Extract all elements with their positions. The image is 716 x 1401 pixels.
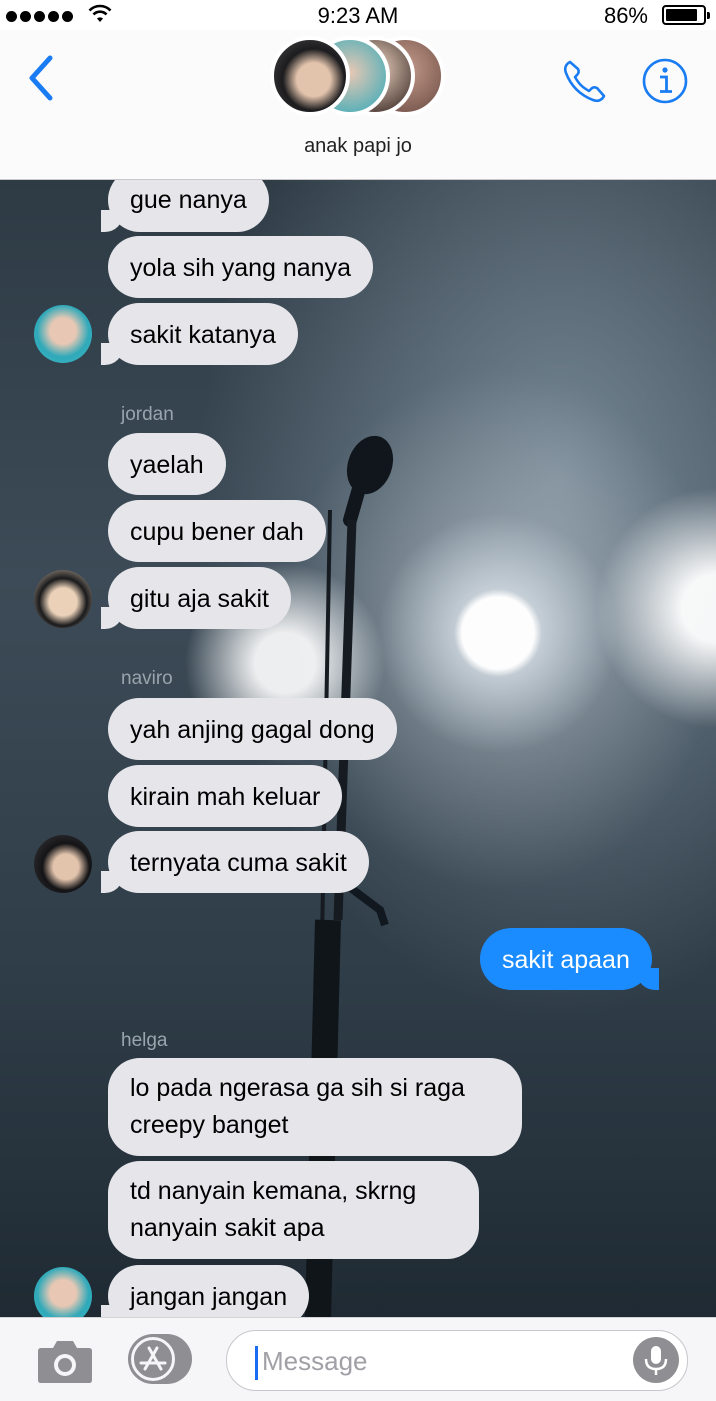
back-chevron-icon[interactable] <box>26 54 56 102</box>
battery-percent: 86% <box>603 3 648 28</box>
app-store-icon[interactable] <box>128 1334 192 1384</box>
camera-icon[interactable] <box>37 1338 93 1384</box>
message-placeholder: Message <box>262 1346 368 1376</box>
avatar[interactable] <box>34 570 92 628</box>
message-input[interactable]: Message <box>226 1330 688 1391</box>
message-bubble[interactable]: kirain mah keluar <box>108 765 343 827</box>
message-bubble[interactable]: gitu aja sakit <box>101 567 291 629</box>
message-bubble[interactable]: cupu bener dah <box>108 500 326 562</box>
phone-icon[interactable] <box>560 56 610 106</box>
sender-name: jordan <box>121 404 174 425</box>
message-bubble[interactable]: td nanyain kemana, skrng nanyain sakit a… <box>108 1161 479 1259</box>
message-bubble[interactable]: lo pada ngerasa ga sih si raga creepy ba… <box>108 1058 522 1156</box>
message-thread[interactable]: gue nanya yola sih yang nanya sakit kata… <box>0 180 716 1317</box>
compose-bar: Message <box>0 1317 716 1401</box>
text-cursor <box>255 1346 258 1380</box>
outgoing-message-bubble[interactable]: sakit apaan <box>480 928 659 990</box>
message-bubble[interactable]: gue nanya <box>101 180 269 232</box>
battery-icon <box>662 5 710 25</box>
message-bubble[interactable]: yah anjing gagal dong <box>108 698 397 760</box>
message-bubble[interactable]: ternyata cuma sakit <box>101 831 369 893</box>
message-bubble[interactable]: yola sih yang nanya <box>108 236 373 298</box>
info-icon[interactable] <box>640 56 690 106</box>
sender-name: helga <box>121 1030 168 1051</box>
avatar[interactable] <box>34 835 92 893</box>
group-name[interactable]: anak papi jo <box>0 135 716 158</box>
message-bubble[interactable]: jangan jangan <box>100 1265 310 1317</box>
sender-name: naviro <box>121 668 173 689</box>
message-bubble[interactable]: sakit katanya <box>101 303 298 365</box>
group-avatar-stack[interactable] <box>270 34 450 120</box>
conversation-header: anak papi jo <box>0 30 716 180</box>
dictation-microphone-icon[interactable] <box>633 1337 679 1383</box>
member-avatar <box>270 36 350 116</box>
message-bubble[interactable]: yaelah <box>108 433 226 495</box>
status-bar: 9:23 AM 86% <box>0 0 716 30</box>
avatar[interactable] <box>34 1267 92 1317</box>
avatar[interactable] <box>34 305 92 363</box>
